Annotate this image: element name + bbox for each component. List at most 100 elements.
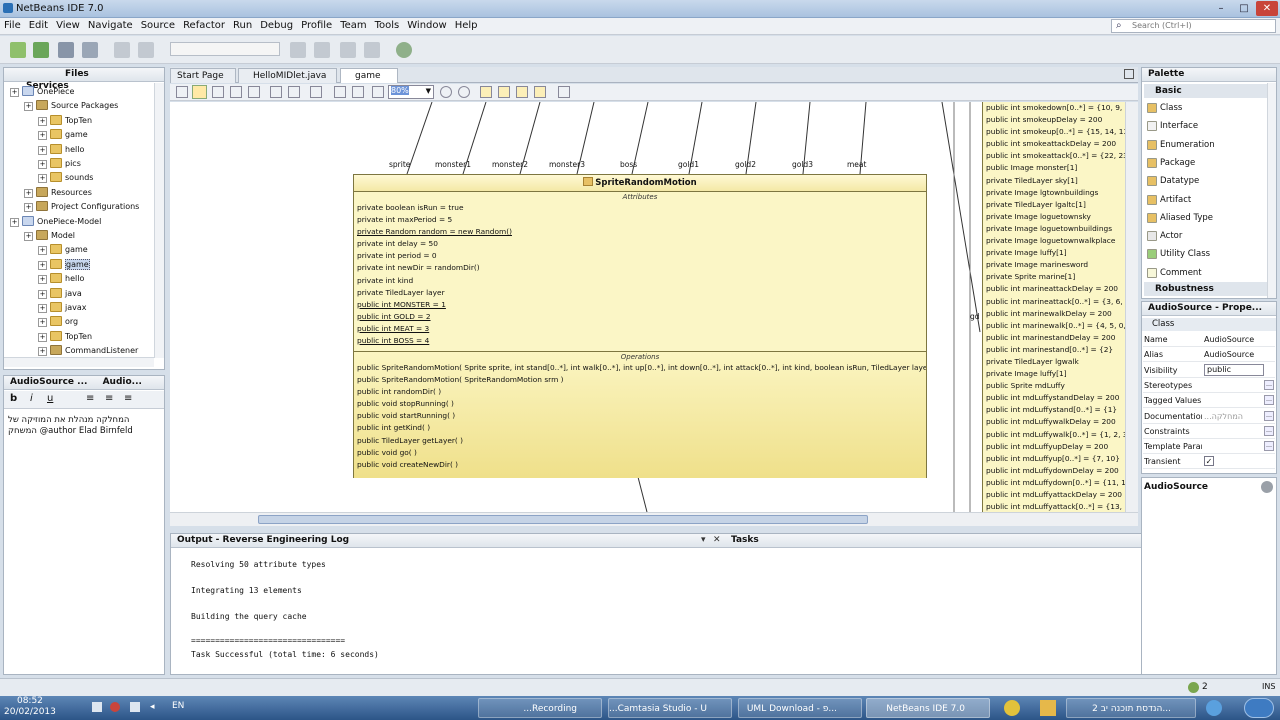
menu-edit[interactable]: Edit (25, 18, 52, 31)
run-icon[interactable] (340, 42, 356, 58)
javadoc-text[interactable]: המחלקה מנהלת את המוזיקה של המשחק @author… (8, 415, 158, 437)
start-button[interactable] (1244, 698, 1274, 718)
attribute-row[interactable]: private int kind (354, 275, 926, 287)
zoom-select[interactable]: 80% ▼ (388, 85, 434, 99)
save-all-icon[interactable] (82, 42, 98, 58)
layout-icon[interactable] (288, 86, 300, 98)
tree-item[interactable]: + hello (38, 143, 84, 157)
italic-icon[interactable]: i (30, 393, 33, 404)
expand-icon[interactable]: + (38, 260, 47, 270)
menu-team[interactable]: Team (336, 18, 370, 31)
right-attribute-row[interactable]: public Image monster[1] (983, 162, 1127, 174)
palette-item[interactable]: Actor (1144, 227, 1272, 245)
new-project-icon[interactable] (33, 42, 49, 58)
palette-category[interactable]: Robustness (1144, 282, 1272, 296)
right-attribute-row[interactable]: public int marineattackDelay = 200 (983, 283, 1127, 295)
diagram-vscrollbar[interactable] (1125, 102, 1138, 512)
property-row[interactable]: Alias AudioSource (1143, 347, 1275, 363)
menu-debug[interactable]: Debug (256, 18, 297, 31)
tree-item[interactable]: + javax (38, 301, 87, 315)
network-icon[interactable] (130, 702, 140, 712)
property-row[interactable]: Template Paran… (1143, 439, 1275, 455)
undo-icon[interactable] (114, 42, 130, 58)
right-attribute-row[interactable]: private Image lgtownbuildings (983, 187, 1127, 199)
tree-item[interactable]: + org (38, 315, 78, 329)
fit-icon[interactable] (334, 86, 346, 98)
tree-item[interactable]: + TopTen (38, 330, 92, 344)
minimize-button[interactable]: – (1210, 1, 1232, 16)
property-value[interactable]: public (1204, 363, 1264, 376)
right-attribute-row[interactable]: public int mdLuffywalkDelay = 200 (983, 416, 1127, 428)
right-attribute-row[interactable]: public int mdLuffydown[0..*] = {11, 12} (983, 477, 1127, 489)
explorer-icon[interactable] (1040, 700, 1056, 716)
layout-orthogonal-icon[interactable] (498, 86, 510, 98)
expand-icon[interactable]: + (10, 217, 19, 227)
relationship-discovery-icon[interactable] (558, 86, 570, 98)
tab-audio[interactable]: Audio... (97, 376, 148, 388)
right-attribute-row[interactable]: public int mdLuffydownDelay = 200 (983, 465, 1127, 477)
operation-row[interactable]: public SpriteRandomMotion( SpriteRandomM… (354, 374, 926, 386)
property-row[interactable]: Name AudioSource (1143, 332, 1275, 347)
expand-icon[interactable]: + (38, 246, 47, 256)
right-attribute-row[interactable]: public int mdLuffyup[0..*] = {7, 10} (983, 453, 1127, 465)
search-input[interactable]: ⌕ Search (Ctrl+I) (1111, 19, 1276, 33)
right-attribute-row[interactable]: public int smokeattack[0..*] = {22, 23, … (983, 150, 1127, 162)
tree-hscrollbar[interactable] (4, 357, 154, 367)
expand-icon[interactable]: + (38, 347, 47, 357)
property-row[interactable]: Visibility public (1143, 363, 1275, 378)
right-attribute-row[interactable]: private TiledLayer lgwalk (983, 356, 1127, 368)
hscroll-thumb[interactable] (258, 515, 868, 524)
operation-row[interactable]: public void go( ) (354, 447, 926, 459)
zoom-in-icon[interactable] (440, 86, 452, 98)
palette-item[interactable]: Aliased Type (1144, 209, 1272, 227)
menu-run[interactable]: Run (229, 18, 256, 31)
close-button[interactable]: ✕ (1256, 1, 1278, 16)
output-title[interactable]: Output - Reverse Engineering Log (177, 535, 349, 545)
menu-navigate[interactable]: Navigate (84, 18, 137, 31)
underline-icon[interactable]: u (47, 393, 53, 404)
right-attribute-row[interactable]: private Sprite marine[1] (983, 271, 1127, 283)
property-editor-button[interactable]: … (1264, 379, 1274, 390)
menu-tools[interactable]: Tools (371, 18, 404, 31)
tree-item[interactable]: + OnePiece (10, 85, 74, 99)
layout-symmetric-icon[interactable] (516, 86, 528, 98)
property-row[interactable]: Stereotypes… (1143, 378, 1275, 393)
output-close-icon[interactable]: ✕ (713, 535, 721, 545)
attribute-row[interactable]: private int delay = 50 (354, 238, 926, 250)
tree-scrollbar[interactable] (154, 83, 164, 358)
expand-icon[interactable]: + (24, 188, 33, 198)
property-row[interactable]: Tagged Values… (1143, 393, 1275, 409)
class-right-partial[interactable]: public int smokedown[0..*] = {10, 9, 8, … (982, 102, 1128, 512)
palette-item[interactable]: Class (1144, 99, 1272, 117)
palette-item[interactable]: Utility Class (1144, 245, 1272, 263)
profile-icon[interactable] (396, 42, 412, 58)
flag-icon[interactable] (92, 702, 102, 712)
operation-row[interactable]: public void startRunning( ) (354, 410, 926, 422)
right-attribute-row[interactable]: private Image luffy[1] (983, 247, 1127, 259)
properties-section[interactable]: Class (1142, 318, 1276, 331)
editor-restore-icon[interactable] (1124, 69, 1134, 79)
taskbar-hebrew-doc[interactable]: הנדסת תוכנה יב 2... (1066, 698, 1196, 718)
zoom-interactive-icon[interactable] (230, 86, 242, 98)
attribute-row[interactable]: public int BOSS = 4 (354, 335, 926, 347)
palette-category[interactable]: Basic (1144, 84, 1272, 98)
menu-file[interactable]: File (0, 18, 25, 31)
property-editor-button[interactable]: … (1264, 425, 1274, 436)
help-icon[interactable] (1261, 481, 1273, 493)
open-project-icon[interactable] (58, 42, 74, 58)
tab-audiosource[interactable]: AudioSource ... (4, 376, 93, 388)
fit-width-icon[interactable] (352, 86, 364, 98)
property-editor-button[interactable]: … (1264, 441, 1274, 452)
property-editor-button[interactable]: … (1264, 410, 1274, 421)
property-value[interactable]: ✓ (1204, 456, 1214, 467)
menu-view[interactable]: View (52, 18, 84, 31)
tab-game[interactable]: game (340, 68, 398, 83)
menu-help[interactable]: Help (451, 18, 482, 31)
taskbar-netbeans[interactable]: NetBeans IDE 7.0 (866, 698, 990, 718)
attribute-row[interactable]: public int MEAT = 3 (354, 323, 926, 335)
notification-icon[interactable] (1188, 682, 1199, 693)
system-clock[interactable]: 08:52 20/02/2013 (4, 696, 56, 718)
select-tool-icon[interactable] (176, 86, 188, 98)
tree-item[interactable]: + Project Configurations (24, 200, 139, 214)
right-attribute-row[interactable]: public int mdLuffystandDelay = 200 (983, 392, 1127, 404)
